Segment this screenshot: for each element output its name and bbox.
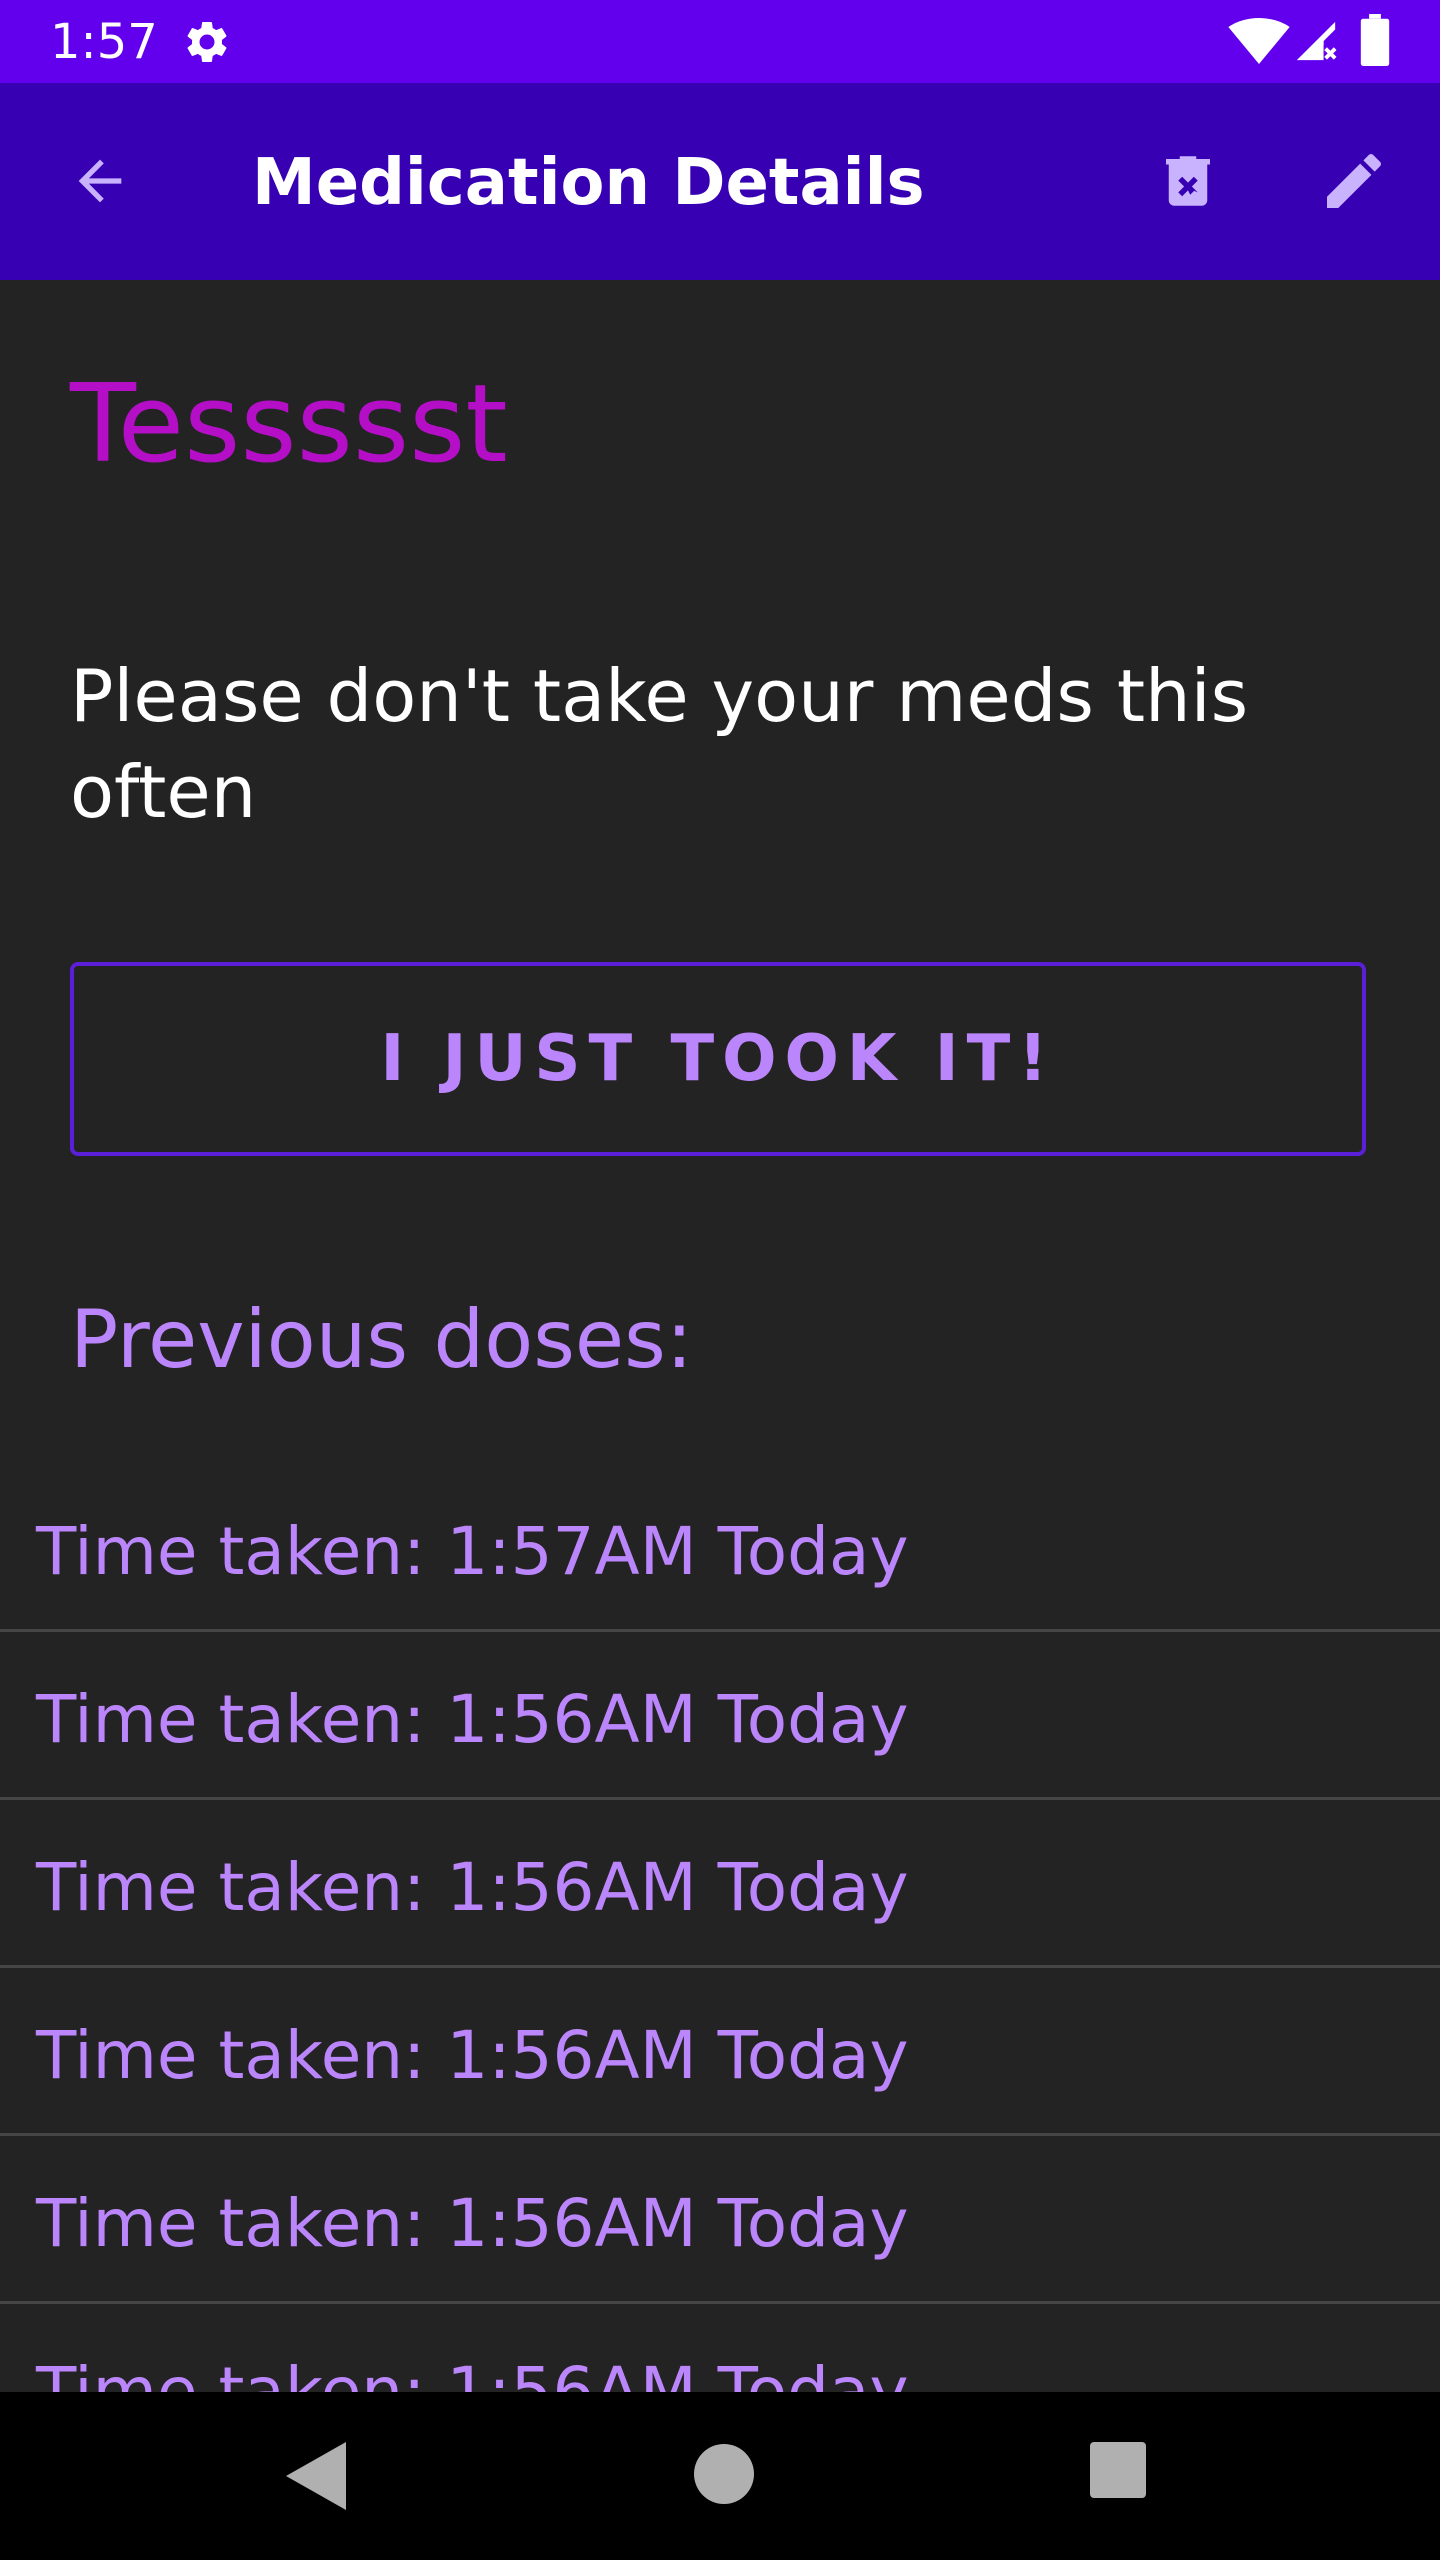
nav-back-icon[interactable]: [286, 2442, 350, 2510]
trash-icon: [1166, 156, 1210, 206]
app-bar: Medication Details: [0, 83, 1440, 280]
dose-time-text: Time taken: 1:56AM Today: [36, 2017, 909, 2094]
gear-icon: [187, 21, 227, 62]
list-item[interactable]: Time taken: 1:56AM Today: [0, 1968, 1440, 2136]
previous-doses-heading: Previous doses:: [70, 1293, 693, 1386]
list-item[interactable]: Time taken: 1:56AM Today: [0, 1632, 1440, 1800]
medication-note: Please don't take your meds this often: [70, 654, 1249, 834]
just-took-it-button[interactable]: I JUST TOOK IT!: [70, 962, 1366, 1156]
list-item[interactable]: Time taken: 1:56AM Today: [0, 2136, 1440, 2304]
back-button[interactable]: [52, 133, 148, 229]
dose-time-text: Time taken: 1:57AM Today: [36, 1513, 909, 1590]
list-item[interactable]: Time taken: 1:57AM Today: [0, 1464, 1440, 1632]
dose-time-text: Time taken: 1:56AM Today: [36, 2353, 909, 2392]
delete-button[interactable]: [1140, 133, 1236, 229]
status-bar: 1:57: [0, 0, 1440, 83]
nav-recents-icon[interactable]: [1090, 2442, 1146, 2498]
edit-button[interactable]: [1306, 133, 1402, 229]
dose-time-text: Time taken: 1:56AM Today: [36, 1681, 909, 1758]
dose-list[interactable]: Time taken: 1:57AM Today Time taken: 1:5…: [0, 1464, 1440, 2392]
screen: 1:57 Medication Details Tessssst Please …: [0, 0, 1440, 2560]
wifi-icon: [1228, 18, 1290, 64]
nav-home-icon[interactable]: [692, 2442, 756, 2506]
signal-icon: [1296, 21, 1339, 64]
page-title: Medication Details: [252, 146, 925, 220]
battery-icon: [1360, 14, 1390, 66]
arrow-left-icon: [78, 159, 122, 203]
navigation-bar: [0, 2392, 1440, 2560]
medication-name: Tessssst: [70, 362, 508, 487]
dose-time-text: Time taken: 1:56AM Today: [36, 2185, 909, 2262]
status-time: 1:57: [50, 14, 158, 70]
list-item[interactable]: Time taken: 1:56AM Today: [0, 1800, 1440, 1968]
dose-time-text: Time taken: 1:56AM Today: [36, 1849, 909, 1926]
list-item[interactable]: Time taken: 1:56AM Today: [0, 2304, 1440, 2392]
pencil-icon: [1327, 153, 1382, 208]
